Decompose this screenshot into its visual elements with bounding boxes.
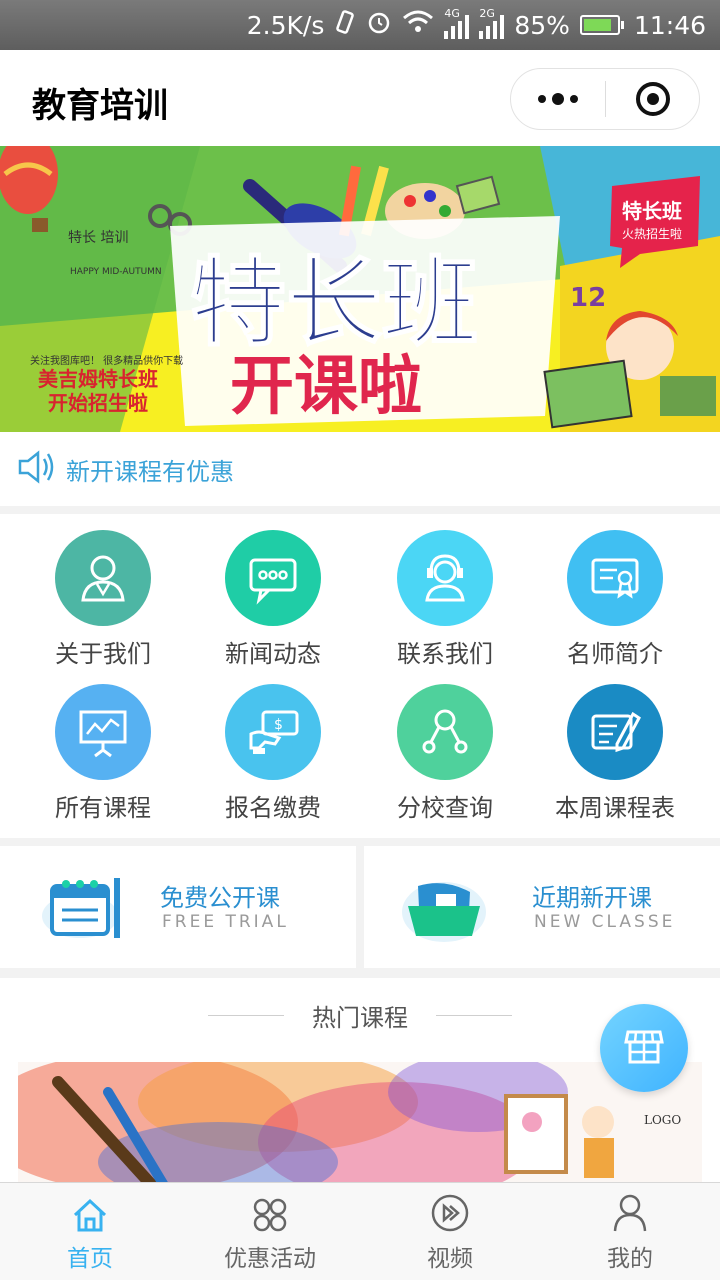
tab-home[interactable]: 首页 xyxy=(0,1183,180,1280)
schedule-icon xyxy=(567,684,663,780)
nav-bar: 教育培训 xyxy=(0,50,720,146)
grid-label: 本周课程表 xyxy=(555,794,675,822)
grid-icon xyxy=(180,1183,360,1233)
banner-tagline: HAPPY MID-AUTUMN xyxy=(70,267,162,277)
banner-promo-line1: 美吉姆特长班 xyxy=(38,367,158,391)
support-icon xyxy=(397,530,493,626)
grid-label: 分校查询 xyxy=(397,794,493,822)
grid-label: 所有课程 xyxy=(55,794,151,822)
clock: 11:46 xyxy=(633,10,706,40)
network-speed: 2.5K/s xyxy=(246,10,325,40)
grid-item-about[interactable]: 关于我们 xyxy=(18,514,188,668)
signal-2g-label: 2G xyxy=(479,7,495,20)
certificate-icon xyxy=(567,530,663,626)
banner-promo-small: 关注我图库吧！ 很多精品供你下载 xyxy=(30,354,183,367)
status-bar: 2.5K/s 4G 2G 85% 11:46 xyxy=(0,0,720,50)
banner-left-tag: 特长 培训 xyxy=(68,230,128,246)
wifi-icon xyxy=(402,10,434,40)
new-classes-subtitle: NEW CLASSE xyxy=(534,912,676,932)
shop-float-button[interactable] xyxy=(600,1004,688,1092)
banner-sub-title: 开课啦 xyxy=(230,350,422,424)
home-icon xyxy=(0,1183,180,1233)
new-classes-title: 近期新开课 xyxy=(532,884,652,912)
banner-main-title: 特长班 xyxy=(190,247,478,359)
banner-badge-line2: 火热招生啦 xyxy=(622,226,682,241)
chat-icon xyxy=(225,530,321,626)
banner-promo-line2: 开始招生啦 xyxy=(48,391,148,415)
page: 2.5K/s 4G 2G 85% 11:46 教育培训 特长班 开课啦 特长 培… xyxy=(0,0,720,1280)
banner-badge-line1: 特长班 xyxy=(622,199,682,223)
battery-icon xyxy=(579,15,624,35)
hot-course-logo: LOGO xyxy=(644,1113,681,1127)
tab-video[interactable]: 视频 xyxy=(360,1183,540,1280)
tab-promotions[interactable]: 优惠活动 xyxy=(180,1183,360,1280)
grid-item-courses[interactable]: 所有课程 xyxy=(18,668,188,822)
free-trial-card[interactable]: 免费公开课 FREE TRIAL xyxy=(0,846,356,968)
tab-label: 优惠活动 xyxy=(224,1246,316,1272)
title-divider-right xyxy=(436,1015,512,1016)
more-button[interactable] xyxy=(511,93,605,105)
free-trial-title: 免费公开课 xyxy=(160,884,280,912)
signal-4g-label: 4G xyxy=(444,7,460,20)
target-icon xyxy=(635,82,670,116)
feature-grid: 关于我们 新闻动态 联系我们 名师简介 所有课程 $ 报名缴费 分校查询 本周课… xyxy=(0,514,720,838)
signal-4g-icon: 4G xyxy=(444,7,470,39)
notice-bar[interactable]: 新开课程有优惠 xyxy=(0,432,720,506)
payment-icon: $ xyxy=(225,684,321,780)
tab-bar: 首页 优惠活动 视频 我的 xyxy=(0,1182,720,1280)
svg-text:$: $ xyxy=(274,717,283,733)
tab-label: 我的 xyxy=(607,1246,653,1272)
user-icon xyxy=(540,1183,720,1233)
speaker-icon xyxy=(16,449,56,489)
hot-course-image[interactable]: LOGO xyxy=(18,1062,702,1182)
person-icon xyxy=(55,530,151,626)
grid-item-payment[interactable]: $ 报名缴费 xyxy=(188,668,358,822)
grid-label: 关于我们 xyxy=(55,640,151,668)
grid-label: 名师简介 xyxy=(567,640,663,668)
grid-item-schedule[interactable]: 本周课程表 xyxy=(530,668,700,822)
grid-item-contact[interactable]: 联系我们 xyxy=(360,514,530,668)
tab-label: 视频 xyxy=(427,1246,473,1272)
hot-courses-section: 热门课程 LOGO xyxy=(0,978,720,1182)
hot-course-art: LOGO xyxy=(18,1062,702,1182)
alarm-icon xyxy=(366,9,392,41)
tab-profile[interactable]: 我的 xyxy=(540,1183,720,1280)
signal-2g-icon: 2G xyxy=(479,7,505,39)
grid-label: 新闻动态 xyxy=(225,640,321,668)
free-trial-subtitle: FREE TRIAL xyxy=(162,912,289,932)
vibrate-icon xyxy=(334,9,356,41)
grid-label: 报名缴费 xyxy=(225,794,321,822)
banner[interactable]: 特长班 开课啦 特长 培训 HAPPY MID-AUTUMN 关注我图库吧！ 很… xyxy=(0,146,720,432)
presentation-icon xyxy=(55,684,151,780)
calendar-icon xyxy=(40,872,130,946)
notice-text: 新开课程有优惠 xyxy=(66,457,234,486)
play-icon xyxy=(360,1183,540,1233)
banner-numbers: 12 xyxy=(570,283,606,313)
branch-icon xyxy=(397,684,493,780)
battery-percent: 85% xyxy=(514,10,570,40)
page-title: 教育培训 xyxy=(32,86,168,126)
folder-icon xyxy=(400,872,490,950)
grid-item-teachers[interactable]: 名师简介 xyxy=(530,514,700,668)
new-classes-card[interactable]: 近期新开课 NEW CLASSE xyxy=(364,846,720,968)
store-icon xyxy=(622,1024,666,1072)
grid-item-news[interactable]: 新闻动态 xyxy=(188,514,358,668)
close-miniprogram-button[interactable] xyxy=(606,82,699,116)
miniprogram-capsule xyxy=(510,68,700,130)
banner-art: 特长班 开课啦 特长 培训 HAPPY MID-AUTUMN 关注我图库吧！ 很… xyxy=(0,146,720,432)
grid-label: 联系我们 xyxy=(397,640,493,668)
tab-label: 首页 xyxy=(67,1246,113,1272)
grid-item-branch[interactable]: 分校查询 xyxy=(360,668,530,822)
